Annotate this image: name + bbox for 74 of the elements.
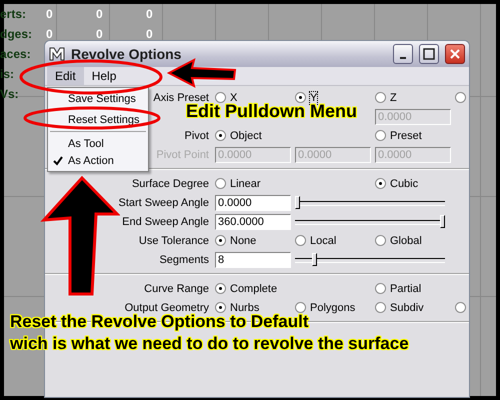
menu-item[interactable]: Save Settings bbox=[48, 90, 148, 107]
field-label: Use Tolerance bbox=[138, 234, 209, 246]
annotation-text: Edit Pulldown Menu bbox=[186, 101, 357, 122]
radio-button[interactable] bbox=[215, 235, 226, 246]
radio-label[interactable]: Preset bbox=[390, 130, 422, 142]
slider-thumb[interactable] bbox=[312, 252, 318, 266]
slider-thumb[interactable] bbox=[440, 214, 445, 228]
input-field[interactable]: 8 bbox=[215, 252, 291, 268]
radio-button[interactable] bbox=[375, 130, 386, 141]
close-button[interactable] bbox=[445, 44, 465, 64]
minimize-icon bbox=[400, 57, 406, 59]
radio-button[interactable] bbox=[375, 235, 386, 246]
stat-value: 0 bbox=[46, 27, 54, 41]
field-label: Axis Preset bbox=[153, 92, 209, 104]
stat-value: 0 bbox=[46, 7, 54, 21]
radio-button[interactable] bbox=[375, 283, 386, 294]
radio-label[interactable]: Subdiv bbox=[390, 302, 424, 314]
menu-item[interactable]: As Tool bbox=[48, 135, 148, 152]
maximize-icon bbox=[423, 48, 435, 60]
radio-button[interactable] bbox=[375, 302, 386, 313]
radio-label[interactable]: Linear bbox=[230, 178, 261, 190]
radio-button[interactable] bbox=[295, 302, 306, 313]
field-label: Curve Range bbox=[144, 282, 209, 294]
radio-button[interactable] bbox=[215, 178, 226, 189]
field-label: Segments bbox=[159, 254, 209, 266]
close-icon bbox=[449, 48, 461, 60]
radio-label[interactable]: Nurbs bbox=[230, 302, 260, 314]
radio-label[interactable]: X bbox=[230, 92, 238, 104]
slider[interactable] bbox=[295, 252, 445, 266]
field-label: Start Sweep Angle bbox=[118, 196, 209, 208]
radio-button[interactable] bbox=[375, 178, 386, 189]
radio-label[interactable]: None bbox=[230, 234, 256, 246]
app-icon bbox=[49, 46, 65, 62]
radio-label[interactable]: Complete bbox=[230, 282, 278, 294]
radio-label[interactable]: Z bbox=[390, 92, 397, 104]
radio-button[interactable] bbox=[455, 92, 466, 103]
window-title: Revolve Options bbox=[71, 46, 182, 62]
radio-label[interactable]: Global bbox=[390, 234, 422, 246]
field-label: Output Geometry bbox=[124, 302, 209, 314]
radio-label[interactable]: Y bbox=[310, 92, 318, 104]
stat-value: 0 bbox=[96, 27, 104, 41]
minimize-button[interactable] bbox=[393, 44, 413, 64]
field-label: End Sweep Angle bbox=[122, 216, 209, 228]
radio-label[interactable]: Object bbox=[230, 130, 262, 142]
arrow-icon bbox=[40, 176, 120, 298]
annotation-text: Reset the Revolve Options to Default bbox=[10, 312, 310, 332]
radio-button[interactable] bbox=[215, 92, 226, 103]
field-label: Pivot bbox=[184, 130, 209, 142]
radio-label[interactable]: Polygons bbox=[310, 302, 356, 314]
radio-button[interactable] bbox=[215, 283, 226, 294]
radio-button[interactable] bbox=[295, 92, 306, 103]
stat-value: 0 bbox=[96, 7, 104, 21]
menu-item[interactable]: Edit bbox=[47, 67, 84, 85]
slider-thumb[interactable] bbox=[295, 196, 300, 208]
input-field[interactable]: 360.0000 bbox=[215, 214, 291, 230]
field-label: Surface Degree bbox=[132, 178, 209, 190]
radio-button[interactable] bbox=[215, 302, 226, 313]
maximize-button[interactable] bbox=[419, 44, 439, 64]
slider[interactable] bbox=[295, 214, 445, 228]
radio-button[interactable] bbox=[455, 302, 466, 313]
input-field[interactable]: 0.0000 bbox=[215, 194, 291, 210]
field-label: Pivot Point bbox=[156, 148, 209, 160]
menu-item[interactable]: As Action bbox=[48, 152, 148, 169]
radio-button[interactable] bbox=[375, 92, 386, 103]
stat-value: 0 bbox=[146, 7, 154, 21]
annotation-text: wich is what we need to do to revolve the surface bbox=[10, 334, 409, 354]
slider[interactable] bbox=[295, 196, 445, 210]
radio-label[interactable]: Partial bbox=[390, 282, 422, 294]
radio-label[interactable]: Cubic bbox=[390, 178, 418, 190]
menu-item[interactable]: Help bbox=[84, 67, 124, 85]
stat-value: 0 bbox=[146, 27, 154, 41]
radio-button[interactable] bbox=[295, 235, 306, 246]
radio-button[interactable] bbox=[215, 130, 226, 141]
radio-label[interactable]: Local bbox=[310, 234, 336, 246]
